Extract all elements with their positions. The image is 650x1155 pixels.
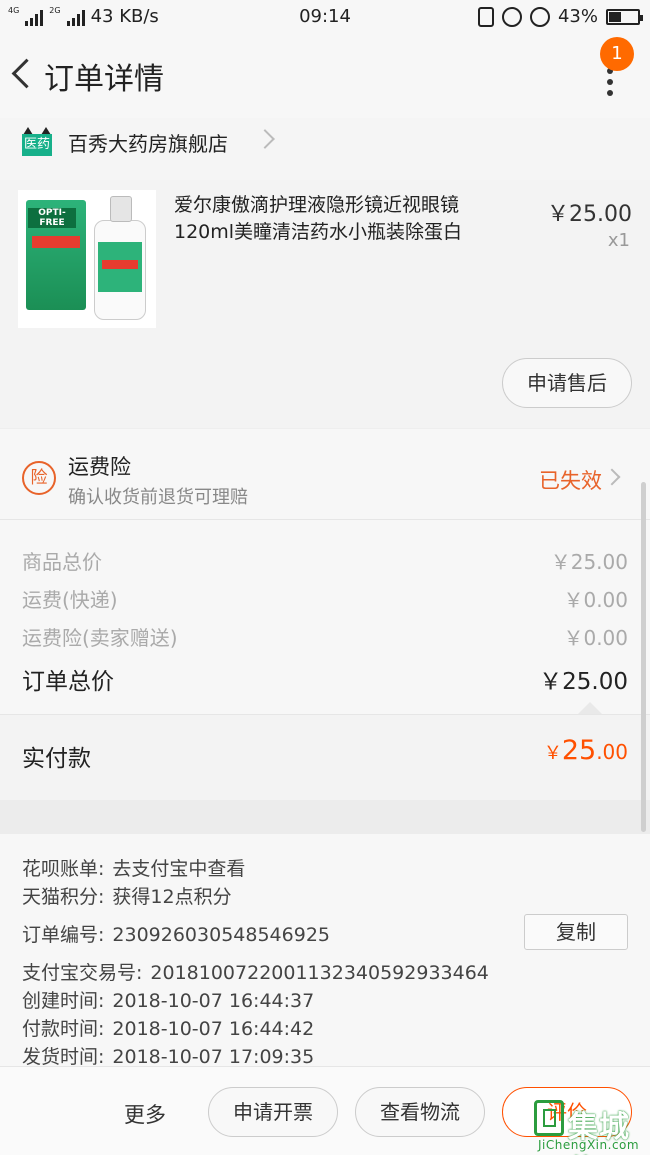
- huabei-row: 花呗账单: 去支付宝中查看: [22, 854, 245, 881]
- insurance-status: 已失效: [539, 469, 602, 493]
- shipping-insurance-row[interactable]: 险 运费险 确认收货前退货可理赔 已失效: [0, 428, 650, 520]
- alarm-icon: [529, 6, 550, 27]
- scrollbar[interactable]: [641, 482, 646, 832]
- summary-row-total: 订单总价 ￥25.00: [22, 662, 628, 695]
- more-menu-icon[interactable]: [604, 68, 616, 108]
- watermark-logo-icon: [534, 1100, 564, 1136]
- summary-value: ￥0.00: [563, 626, 628, 650]
- back-icon[interactable]: [6, 54, 36, 94]
- product-brand-text: OPTI-FREE: [28, 208, 76, 228]
- status-bar: 4G 2G 43 KB/s 09:14 43%: [0, 0, 650, 34]
- alipay-label: 支付宝交易号:: [22, 962, 143, 984]
- vibrate-icon: [477, 6, 494, 27]
- chevron-right-icon: [603, 468, 621, 486]
- created-time-row: 创建时间: 2018-10-07 16:44:37: [22, 986, 314, 1013]
- view-logistics-button[interactable]: 查看物流: [355, 1087, 485, 1137]
- section-divider: [0, 800, 650, 834]
- order-info: 花呗账单: 去支付宝中查看 天猫积分: 获得12点积分 订单编号: 230926030…: [0, 834, 650, 1066]
- created-time-label: 创建时间:: [22, 990, 105, 1012]
- chevron-right-icon: [255, 129, 275, 149]
- tmall-pharmacy-icon: 医药: [22, 127, 52, 157]
- status-right: 43%: [477, 6, 643, 27]
- battery-percent: 43%: [557, 6, 598, 27]
- after-sale-button[interactable]: 申请售后: [502, 358, 632, 408]
- created-time-value: 2018-10-07 16:44:37: [112, 990, 315, 1012]
- copy-order-number-button[interactable]: 复制: [524, 914, 628, 950]
- huabei-link[interactable]: 去支付宝中查看: [112, 854, 245, 881]
- order-number-row: 订单编号: 230926030548546925: [22, 920, 330, 947]
- lock-rotation-icon: [501, 6, 522, 27]
- shipped-time-label: 发货时间:: [22, 1046, 105, 1066]
- product-box-graphic: OPTI-FREE: [26, 200, 86, 310]
- alipay-value: 2018100722001132340592933464: [150, 962, 489, 984]
- order-number-value: 230926030548546925: [112, 924, 330, 946]
- summary-label: 商品总价: [22, 550, 102, 574]
- shipped-time-value: 2018-10-07 17:09:35: [112, 1046, 315, 1066]
- product-image[interactable]: OPTI-FREE: [18, 190, 156, 328]
- points-row: 天猫积分: 获得12点积分: [22, 882, 232, 909]
- price-summary: 商品总价 ￥25.00 运费(快递) ￥0.00 运费险(卖家赠送) ￥0.00…: [0, 520, 650, 714]
- battery-fill: [609, 11, 622, 22]
- summary-row-insurance: 运费险(卖家赠送) ￥0.00: [22, 622, 628, 654]
- summary-row-goods: 商品总价 ￥25.00: [22, 546, 628, 578]
- product-quantity: x1: [607, 230, 630, 251]
- product-price: ￥25.00: [547, 202, 632, 227]
- summary-label: 运费险(卖家赠送): [22, 626, 178, 650]
- store-row[interactable]: 医药 百秀大药房旗舰店: [0, 118, 650, 180]
- paid-value: ￥25.00: [543, 735, 628, 766]
- battery-icon: [606, 8, 643, 25]
- collapse-arrow-icon: [578, 702, 602, 714]
- watermark-en-text: JiChengXin.com: [538, 1138, 640, 1152]
- store-logo-text: 医药: [22, 134, 52, 156]
- shipped-time-row: 发货时间: 2018-10-07 17:09:35: [22, 1042, 314, 1066]
- store-name: 百秀大药房旗舰店: [68, 132, 228, 156]
- insurance-subtitle: 确认收货前退货可理赔: [68, 487, 248, 508]
- summary-value: ￥0.00: [563, 588, 628, 612]
- paid-time-row: 付款时间: 2018-10-07 16:44:42: [22, 1014, 314, 1041]
- paid-time-value: 2018-10-07 16:44:42: [112, 1018, 315, 1040]
- nav-bar: 订单详情 1: [0, 34, 650, 118]
- product-bottle-graphic: [92, 196, 148, 324]
- more-button[interactable]: 更多: [124, 1099, 166, 1129]
- huabei-label: 花呗账单:: [22, 858, 105, 880]
- alipay-row: 支付宝交易号: 2018100722001132340592933464: [22, 958, 489, 985]
- insurance-icon: 险: [22, 461, 56, 495]
- message-badge: 1: [600, 37, 634, 71]
- points-value: 获得12点积分: [112, 886, 232, 908]
- paid-label: 实付款: [22, 746, 91, 772]
- order-total-value: ￥25.00: [539, 669, 628, 695]
- summary-label: 运费(快递): [22, 588, 118, 612]
- order-total-label: 订单总价: [22, 669, 114, 695]
- insurance-title: 运费险: [68, 455, 131, 479]
- summary-row-shipping: 运费(快递) ￥0.00: [22, 584, 628, 616]
- paid-time-label: 付款时间:: [22, 1018, 105, 1040]
- paid-amount-row: 实付款 ￥25.00: [0, 714, 650, 800]
- page-title: 订单详情: [44, 62, 164, 97]
- product-name[interactable]: 爱尔康傲滴护理液隐形镜近视眼镜120ml美瞳清洁药水小瓶装除蛋白: [174, 192, 514, 246]
- product-card[interactable]: OPTI-FREE 爱尔康傲滴护理液隐形镜近视眼镜120ml美瞳清洁药水小瓶装除…: [0, 180, 650, 428]
- invoice-button[interactable]: 申请开票: [208, 1087, 338, 1137]
- summary-value: ￥25.00: [550, 550, 628, 574]
- points-label: 天猫积分:: [22, 886, 105, 908]
- site-watermark: 集城信 JiChengXin.com: [534, 1100, 648, 1155]
- order-number-label: 订单编号:: [22, 924, 105, 946]
